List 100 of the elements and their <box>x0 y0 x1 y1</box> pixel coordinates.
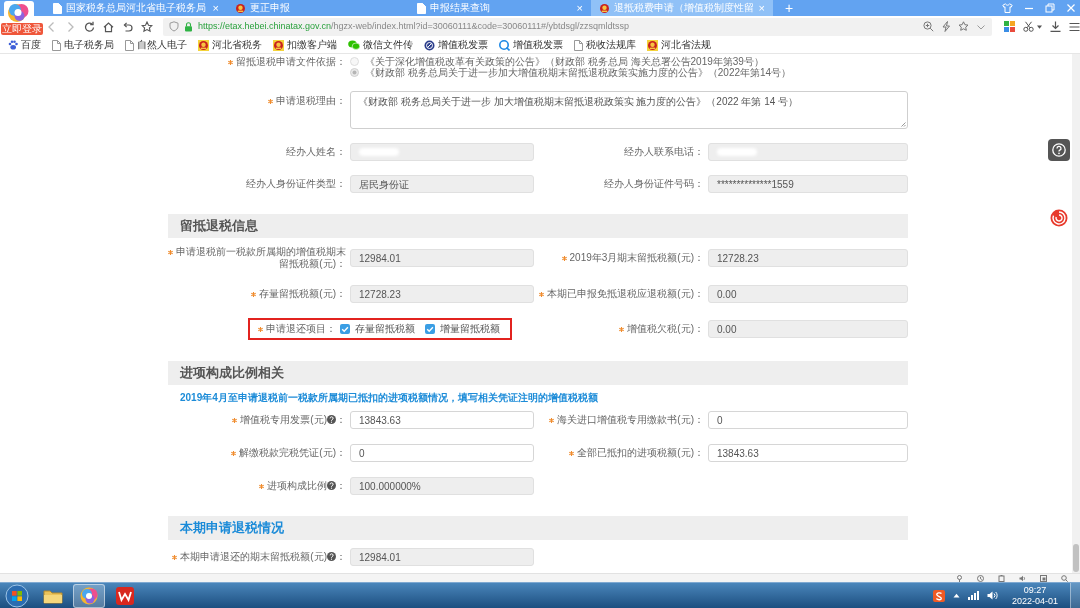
speaker-icon[interactable] <box>1019 574 1026 582</box>
emblem-icon <box>647 39 658 51</box>
start-orb-icon[interactable] <box>5 583 29 608</box>
input-field[interactable]: 0 <box>350 444 534 462</box>
field-label: 经办人身份证件号码： <box>604 178 704 190</box>
field-label: 经办人联系电话： <box>624 146 704 158</box>
magnifier-icon <box>499 39 510 51</box>
field-label: 申请退税理由： <box>276 95 346 107</box>
bookmark-item[interactable]: 自然人电子 <box>125 39 187 51</box>
input-field: 12984.01 <box>350 548 534 566</box>
label-colon: ： <box>336 414 346 426</box>
window-icon[interactable] <box>1040 574 1047 582</box>
taskbar-button[interactable] <box>73 583 105 608</box>
input-field: 12728.23 <box>708 249 908 267</box>
field-label: 2019年3月期末留抵税额(元)： <box>569 252 704 264</box>
bookmark-item[interactable]: 百度 <box>8 39 41 51</box>
bookmark-item[interactable]: 电子税务局 <box>52 39 114 51</box>
bookmark-item[interactable]: 河北省税务 <box>198 39 262 51</box>
bookmark-item[interactable]: 增值税发票 <box>424 39 488 51</box>
field-label: 解缴税款完税凭证(元)： <box>239 447 346 459</box>
chat-bubbles-icon <box>348 40 360 50</box>
field-label: 经办人身份证件类型： <box>246 178 346 190</box>
close-icon[interactable] <box>1066 3 1076 13</box>
section-note: 2019年4月至申请退税前一税款所属期已抵扣的进项税额情况，填写相关凭证注明的增值税税额 <box>179 392 599 404</box>
shield-icon <box>169 21 179 32</box>
input-field: 0.00 <box>708 320 908 338</box>
checkbox-label[interactable]: 增量留抵税额 <box>440 323 500 335</box>
input-field: 居民身份证 <box>350 175 534 193</box>
input-field: 0.00 <box>708 285 908 303</box>
address-url: https://etax.hebei.chinatax.gov.cn/hgzx-web/index.html?id=30060111&code=30060111#/ybtdsgl/zzsqmldtssp <box>198 21 629 32</box>
clock-date: 2022-04-01 <box>1011 595 1058 607</box>
input-field: 100.000000% <box>350 477 534 495</box>
field-label: 留抵退税申请文件依据： <box>236 56 346 68</box>
checkbox[interactable] <box>425 324 435 334</box>
reload-icon[interactable] <box>84 20 95 33</box>
help-icon <box>1052 143 1066 157</box>
emblem-icon <box>273 39 284 51</box>
label-colon: ： <box>336 480 346 492</box>
home-icon[interactable] <box>103 20 114 33</box>
zoom-icon[interactable] <box>923 21 934 32</box>
scrollbar-thumb[interactable] <box>1073 544 1079 572</box>
clipboard-icon[interactable] <box>998 574 1005 582</box>
pin-icon[interactable] <box>956 574 963 582</box>
help-icon[interactable] <box>327 481 336 490</box>
input-field[interactable]: 13843.63 <box>708 444 908 462</box>
app-logo-icon[interactable] <box>4 1 34 24</box>
help-icon[interactable] <box>327 552 336 561</box>
textarea-field[interactable]: 《财政部 税务总局关于进一步 加大增值税期末留抵退税政策实 施力度的公告》（2022 年第 14 号） <box>350 91 908 129</box>
field-label: 进项构成比例 <box>267 480 327 492</box>
lightning-icon[interactable] <box>941 21 951 32</box>
shirt-icon[interactable] <box>1002 3 1013 13</box>
restore-icon[interactable] <box>1045 3 1055 13</box>
emblem-icon <box>235 2 246 14</box>
office-app-icon <box>116 586 134 605</box>
help-button[interactable] <box>1048 139 1070 161</box>
input-field: 12728.23 <box>350 285 534 303</box>
section-title: 本期申请退税情况 <box>180 520 284 536</box>
field-label: 海关进口增值税专用缴款书(元)： <box>557 414 704 426</box>
menu-icon[interactable] <box>1069 21 1080 32</box>
section-title: 留抵退税信息 <box>180 218 258 234</box>
input-field[interactable]: 13843.63 <box>350 411 534 429</box>
field-label: 本期已申报免抵退税应退税额(元)： <box>547 288 704 300</box>
radio-button[interactable] <box>350 68 359 77</box>
bookmark-item[interactable]: 扣缴客户端 <box>273 39 337 51</box>
download-icon[interactable] <box>1050 21 1061 32</box>
field-label: 存量留抵税额(元)： <box>259 288 346 300</box>
bookmark-item[interactable]: 税收法规库 <box>574 39 636 51</box>
swirl-logo-icon[interactable] <box>1050 209 1068 227</box>
caret-up-icon[interactable] <box>952 593 960 598</box>
app-grid-icon[interactable] <box>1004 21 1015 32</box>
undo-icon[interactable] <box>122 20 133 33</box>
option-text: 《关于深化增值税改革有关政策的公告》（财政部 税务总局 海关总署公告2019年第39号） <box>365 56 764 67</box>
browser-icon <box>80 586 98 605</box>
resize-grip-icon[interactable] <box>900 121 906 127</box>
input-field[interactable]: 0 <box>708 411 908 429</box>
checkbox-label[interactable]: 存量留抵税额 <box>355 323 415 335</box>
caret-down-icon[interactable] <box>1037 24 1042 29</box>
emblem-icon <box>198 39 209 51</box>
radio-button[interactable] <box>350 57 359 66</box>
scissors-icon[interactable] <box>1023 21 1034 32</box>
section-title: 进项构成比例相关 <box>180 365 284 381</box>
clock-time: 09:27 <box>1023 584 1047 596</box>
bookmark-item[interactable]: 微信文件传 <box>348 39 413 51</box>
zoom-icon[interactable] <box>1061 574 1068 582</box>
option-text: 《财政部 税务总局关于进一步加大增值税期末留抵退税政策实施力度的公告》（2022年第14号） <box>365 67 792 78</box>
star-icon[interactable] <box>141 20 153 33</box>
checkbox[interactable] <box>340 324 350 334</box>
bookmark-item[interactable]: 增值税发票 <box>499 39 563 51</box>
folder-icon <box>43 587 63 604</box>
show-desktop-button[interactable] <box>1070 583 1080 608</box>
signal-icon[interactable] <box>967 591 979 600</box>
sogou-icon[interactable] <box>932 589 945 602</box>
star-icon[interactable] <box>958 21 969 32</box>
field-label: 申请退还项目： <box>266 323 336 335</box>
page-icon <box>53 2 62 14</box>
bookmark-item[interactable]: 河北省法规 <box>647 39 711 51</box>
clock-icon[interactable] <box>977 574 984 582</box>
input-field: **************1559 <box>708 175 908 193</box>
speaker-icon[interactable] <box>986 591 998 600</box>
help-icon[interactable] <box>327 415 336 424</box>
